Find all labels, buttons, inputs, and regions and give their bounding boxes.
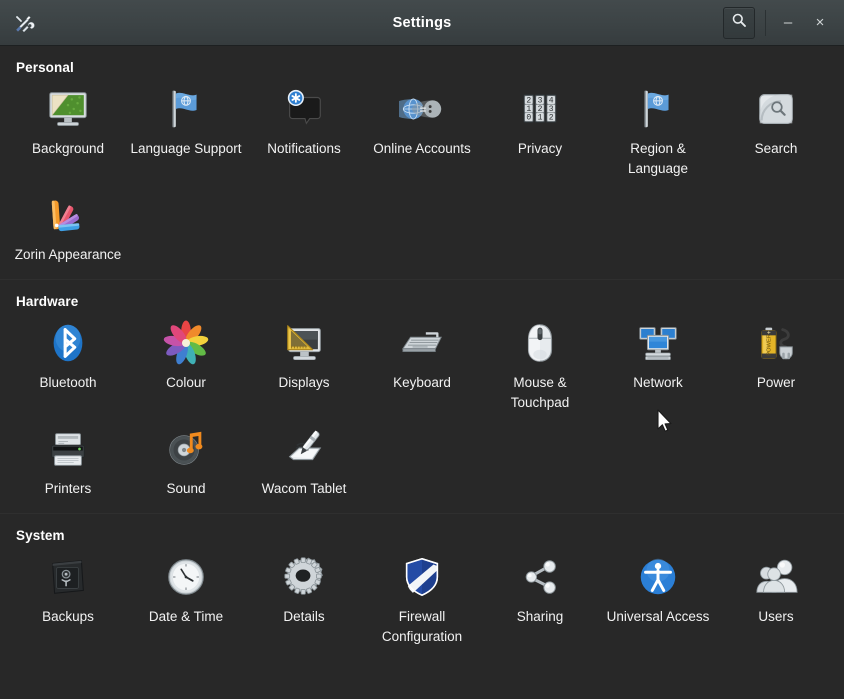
settings-tile-label: Background [32, 139, 104, 159]
settings-tile-label: Keyboard [393, 373, 451, 393]
settings-tile-keyboard[interactable]: Keyboard [363, 315, 481, 421]
settings-tile-label: Network [633, 373, 683, 393]
settings-tile-label: Sharing [517, 607, 564, 627]
language-support-icon [162, 85, 210, 133]
settings-tile-bluetooth[interactable]: Bluetooth [9, 315, 127, 421]
universal-access-icon [634, 553, 682, 601]
users-icon [752, 553, 800, 601]
settings-tile-label: Date & Time [149, 607, 223, 627]
settings-tile-label: Search [755, 139, 798, 159]
settings-tile-power[interactable]: POWER + Power [717, 315, 835, 421]
section-hardware: Hardware Bluetooth Colour Displays Keybo… [0, 279, 844, 513]
settings-tile-label: Online Accounts [373, 139, 471, 159]
search-icon [731, 12, 747, 33]
settings-tile-displays[interactable]: Displays [245, 315, 363, 421]
background-icon [44, 85, 92, 133]
colour-icon [162, 319, 210, 367]
settings-tile-printers[interactable]: Printers [9, 421, 127, 507]
section-title-personal: Personal [0, 46, 844, 81]
keyboard-icon [398, 319, 446, 367]
settings-tile-firewall-configuration[interactable]: Firewall Configuration [363, 549, 481, 655]
settings-tile-region-language[interactable]: Region & Language [599, 81, 717, 187]
settings-tile-mouse-touchpad[interactable]: Mouse & Touchpad [481, 315, 599, 421]
settings-tile-online-accounts[interactable]: Online Accounts [363, 81, 481, 187]
search-panel-icon [752, 85, 800, 133]
details-icon [280, 553, 328, 601]
power-icon: POWER + [752, 319, 800, 367]
section-grid-system: Backups Date & Time Details Firewall Con… [0, 549, 844, 655]
settings-tile-privacy[interactable]: 234 123 012 Privacy [481, 81, 599, 187]
settings-tile-sound[interactable]: Sound [127, 421, 245, 507]
section-grid-hardware: Bluetooth Colour Displays Keyboard Mo [0, 315, 844, 507]
section-system: System Backups Date & Time Details F [0, 513, 844, 661]
close-button[interactable]: × [804, 7, 836, 39]
settings-tile-colour[interactable]: Colour [127, 315, 245, 421]
search-button[interactable] [723, 7, 755, 39]
mouse-touchpad-icon [516, 319, 564, 367]
network-icon [634, 319, 682, 367]
settings-tile-details[interactable]: Details [245, 549, 363, 655]
settings-tile-label: Zorin Appearance [15, 245, 122, 265]
settings-tile-label: Bluetooth [39, 373, 96, 393]
settings-tile-users[interactable]: Users [717, 549, 835, 655]
settings-tile-date-time[interactable]: Date & Time [127, 549, 245, 655]
settings-tile-zorin-appearance[interactable]: Zorin Appearance [9, 187, 127, 273]
settings-tile-sharing[interactable]: Sharing [481, 549, 599, 655]
window-title: Settings [0, 15, 844, 31]
svg-text:+: + [767, 329, 771, 336]
settings-tile-label: Language Support [130, 139, 241, 159]
settings-tile-label: Mouse & Touchpad [484, 373, 596, 413]
svg-text:2: 2 [549, 113, 554, 122]
bluetooth-icon [44, 319, 92, 367]
settings-tile-label: Backups [42, 607, 94, 627]
svg-text:POWER: POWER [767, 334, 773, 356]
settings-tile-label: Firewall Configuration [366, 607, 478, 647]
settings-tile-label: Notifications [267, 139, 341, 159]
privacy-icon: 234 123 012 [516, 85, 564, 133]
settings-tile-label: Details [283, 607, 324, 627]
settings-tile-language-support[interactable]: Language Support [127, 81, 245, 187]
settings-tile-background[interactable]: Background [9, 81, 127, 187]
section-title-hardware: Hardware [0, 280, 844, 315]
settings-tile-universal-access[interactable]: Universal Access [599, 549, 717, 655]
date-time-icon [162, 553, 210, 601]
settings-tile-label: Privacy [518, 139, 562, 159]
region-language-icon [634, 85, 682, 133]
settings-tile-label: Sound [166, 479, 205, 499]
wacom-tablet-icon [280, 425, 328, 473]
settings-tile-search[interactable]: Search [717, 81, 835, 187]
settings-panel-list: Personal Background Language Support Not… [0, 46, 844, 699]
tools-icon [10, 10, 36, 36]
window-titlebar: Settings – × [0, 0, 844, 46]
window-controls: – × [723, 7, 836, 39]
svg-text:0: 0 [526, 113, 531, 122]
settings-tile-network[interactable]: Network [599, 315, 717, 421]
minimize-button[interactable]: – [772, 7, 804, 39]
settings-tile-wacom-tablet[interactable]: Wacom Tablet [245, 421, 363, 507]
titlebar-divider [765, 10, 766, 36]
settings-tile-notifications[interactable]: Notifications [245, 81, 363, 187]
displays-icon [280, 319, 328, 367]
settings-tile-backups[interactable]: Backups [9, 549, 127, 655]
notifications-icon [280, 85, 328, 133]
online-accounts-icon [398, 85, 446, 133]
settings-tile-label: Colour [166, 373, 206, 393]
backups-icon [44, 553, 92, 601]
settings-tile-label: Users [758, 607, 793, 627]
sharing-icon [516, 553, 564, 601]
zorin-appearance-icon [44, 191, 92, 239]
settings-tile-label: Displays [278, 373, 329, 393]
printers-icon [44, 425, 92, 473]
settings-tile-label: Printers [45, 479, 92, 499]
sound-icon [162, 425, 210, 473]
section-title-system: System [0, 514, 844, 549]
section-grid-personal: Background Language Support Notification… [0, 81, 844, 273]
settings-tile-label: Region & Language [602, 139, 714, 179]
firewall-icon [398, 553, 446, 601]
section-personal: Personal Background Language Support Not… [0, 46, 844, 279]
svg-text:1: 1 [538, 113, 543, 122]
settings-tile-label: Power [757, 373, 795, 393]
settings-tile-label: Universal Access [607, 607, 710, 627]
settings-tile-label: Wacom Tablet [262, 479, 347, 499]
